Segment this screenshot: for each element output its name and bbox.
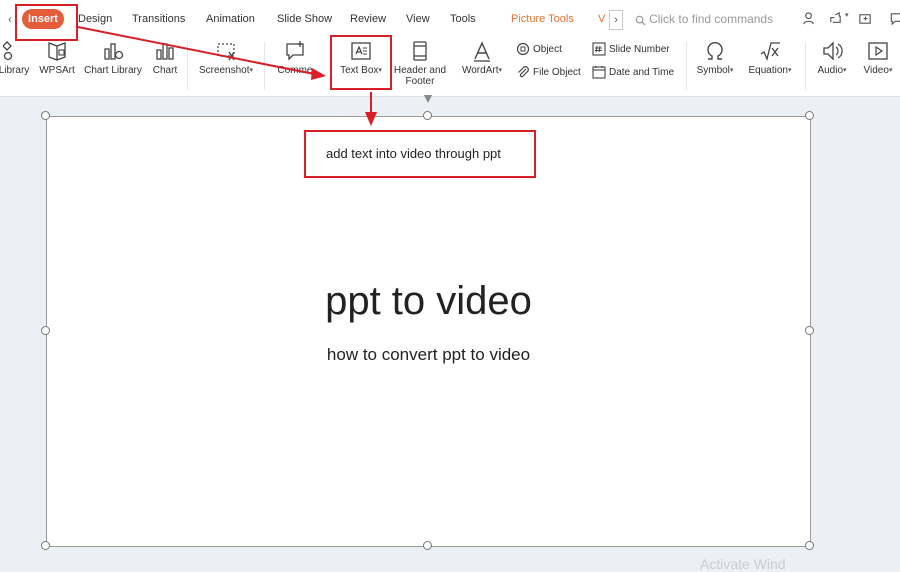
arrow-head-icon (311, 68, 326, 80)
arrow-head-icon (365, 112, 377, 126)
annotation-arrows (77, 26, 377, 126)
activate-windows-watermark: Activate Wind (700, 556, 786, 572)
